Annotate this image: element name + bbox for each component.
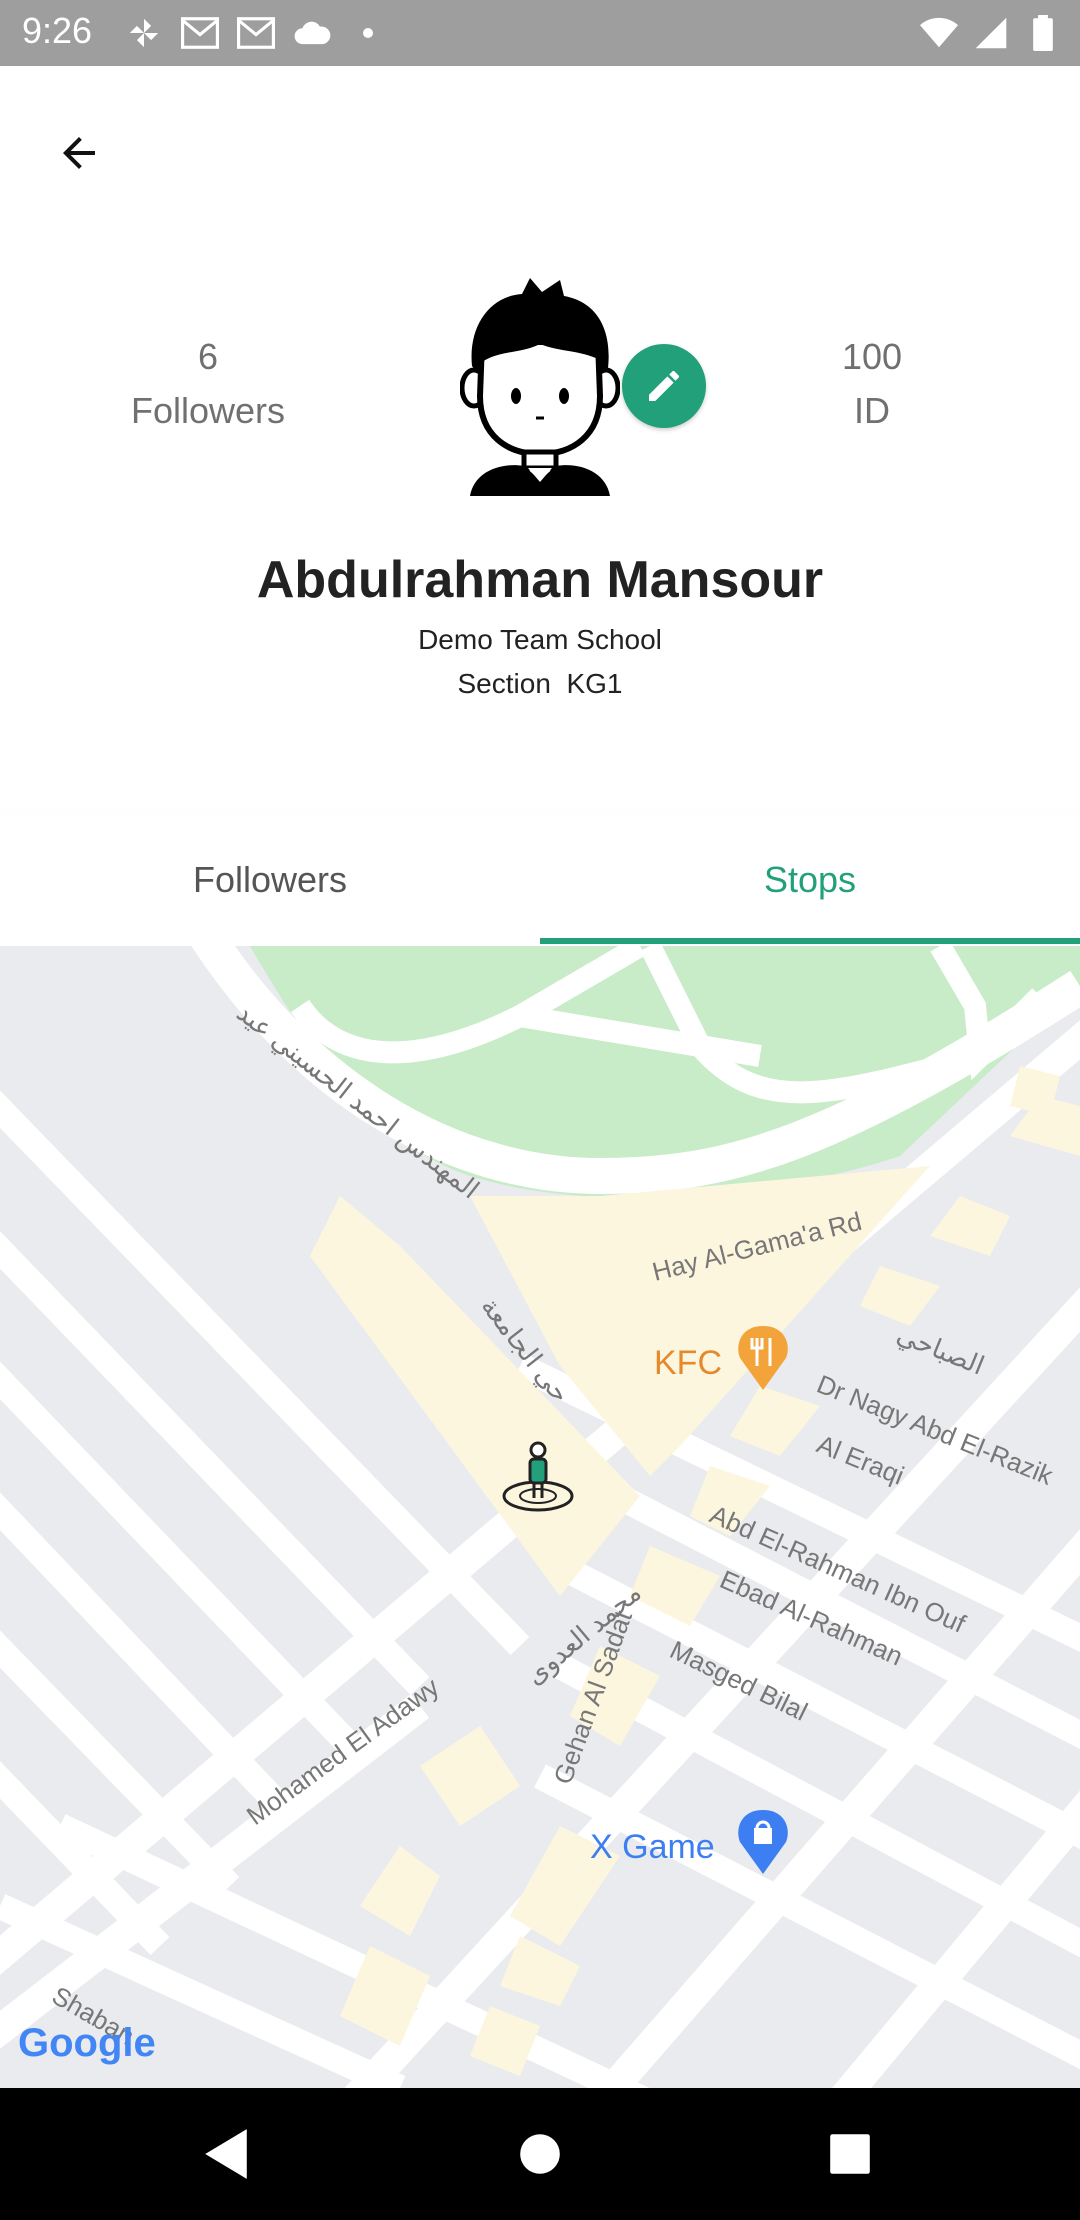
map-label-kfc: KFC	[654, 1344, 722, 1382]
section-label: Section KG1	[457, 668, 623, 699]
wifi-icon	[920, 14, 958, 52]
gmail-icon	[237, 14, 275, 52]
status-bar: 9:26	[0, 0, 1080, 66]
nav-back-button[interactable]	[190, 2118, 262, 2190]
id-stat: 100 ID	[752, 330, 992, 438]
nav-home-button[interactable]	[504, 2118, 576, 2190]
id-value: 100	[841, 336, 903, 377]
back-triangle-icon	[205, 2129, 247, 2179]
followers-label: Followers	[130, 390, 286, 431]
map-label-xgame: X Game	[590, 1828, 715, 1866]
profile-header: 6 Followers 100 ID Abdulrahman Mansour D…	[0, 66, 1080, 880]
pinwheel-icon	[125, 14, 163, 52]
tab-indicator	[540, 938, 1080, 944]
nav-recents-button[interactable]	[814, 2118, 886, 2190]
edit-profile-button[interactable]	[622, 344, 706, 428]
school-name: Demo Team School	[418, 624, 662, 655]
battery-icon	[1024, 14, 1062, 52]
student-name: Abdulrahman Mansour	[256, 551, 824, 609]
status-time: 9:26	[22, 10, 93, 51]
stops-map[interactable]: المهندس احمد الحسيني عيد Hay Al-Gama'a R…	[0, 946, 1080, 2088]
signal-icon	[972, 14, 1010, 52]
pencil-icon	[649, 370, 680, 401]
home-circle-icon	[520, 2134, 560, 2174]
followers-stat: 6 Followers	[88, 330, 328, 438]
tab-followers[interactable]: Followers	[0, 814, 540, 946]
gmail-icon	[181, 14, 219, 52]
cloud-icon	[293, 14, 331, 52]
avatar	[459, 276, 621, 496]
recents-square-icon	[830, 2134, 870, 2174]
system-nav-bar	[0, 2088, 1080, 2220]
id-label: ID	[854, 390, 890, 431]
google-logo: Google	[18, 2021, 156, 2065]
followers-count: 6	[197, 336, 219, 377]
dot-icon	[349, 14, 387, 52]
tab-stops[interactable]: Stops	[540, 814, 1080, 946]
back-button[interactable]	[40, 114, 118, 192]
arrow-left-icon	[63, 137, 95, 169]
tab-bar: Followers Stops	[0, 814, 1080, 946]
